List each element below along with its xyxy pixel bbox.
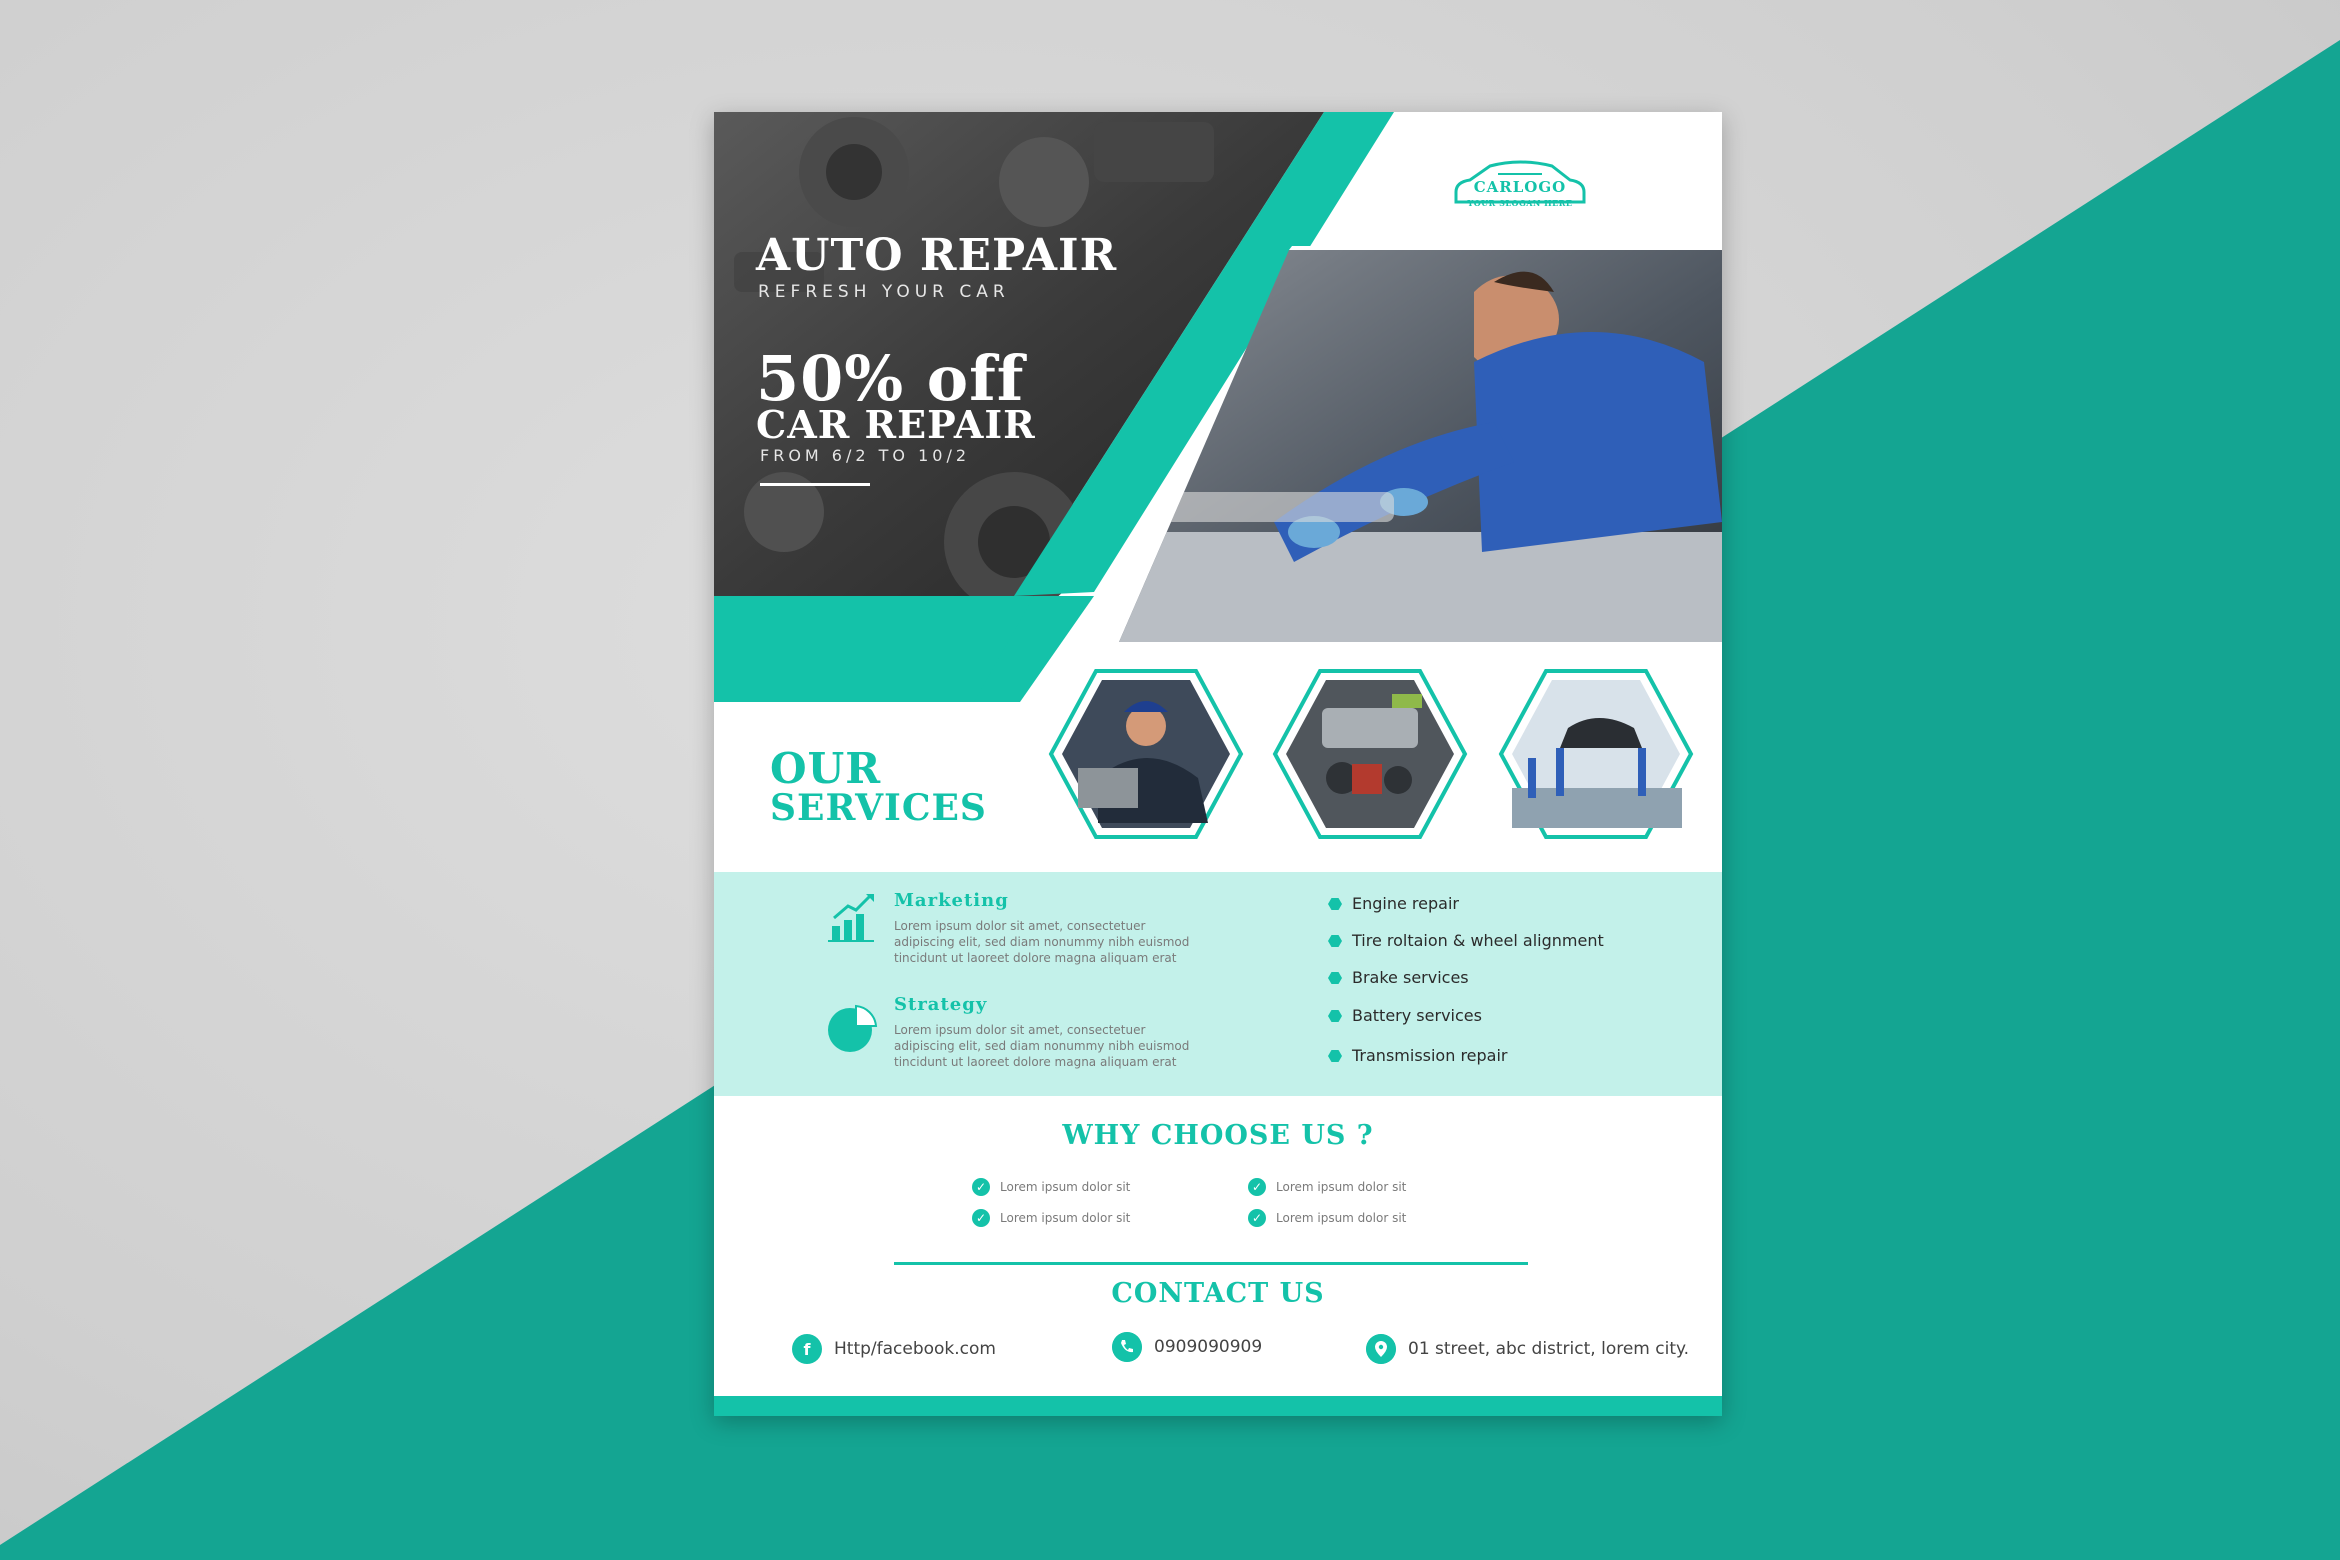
logo-name: CARLOGO — [1473, 178, 1567, 196]
why-item-label: Lorem ipsum dolor sit — [1276, 1180, 1407, 1194]
service-list-item: Tire roltaion & wheel alignment — [1328, 931, 1604, 950]
hex-bullet-icon — [1328, 934, 1342, 947]
phone-number[interactable]: 0909090909 — [1154, 1337, 1262, 1357]
feature-title-marketing: Marketing — [894, 890, 1009, 911]
location-pin-icon — [1366, 1334, 1396, 1364]
why-item-label: Lorem ipsum dolor sit — [1000, 1211, 1131, 1225]
hex-photo-engine — [1272, 669, 1468, 839]
logo-slogan: YOUR SLOGAN HERE — [1467, 198, 1573, 208]
why-item: ✓ Lorem ipsum dolor sit — [972, 1178, 1130, 1196]
why-choose-title: WHY CHOOSE US ? — [1062, 1120, 1374, 1151]
address-text: 01 street, abc district, lorem city. — [1408, 1339, 1690, 1359]
section-divider — [894, 1262, 1528, 1265]
hero-subtitle: REFRESH YOUR CAR — [758, 282, 1010, 302]
hex-bullet-icon — [1328, 1049, 1342, 1062]
service-list-label: Battery services — [1352, 1006, 1482, 1025]
service-list-item: Battery services — [1328, 1006, 1482, 1025]
service-list-item: Brake services — [1328, 968, 1469, 987]
hex-bullet-icon — [1328, 1009, 1342, 1022]
promo-dates: FROM 6/2 TO 10/2 — [760, 446, 971, 465]
contact-address: 01 street, abc district, lorem city. — [1366, 1334, 1689, 1364]
check-icon: ✓ — [972, 1178, 990, 1196]
service-list-item: Engine repair — [1328, 894, 1459, 913]
service-list-item: Transmission repair — [1328, 1046, 1508, 1065]
facebook-link[interactable]: Http/facebook.com — [834, 1339, 996, 1359]
flyer: AUTO REPAIR REFRESH YOUR CAR 50% off CAR… — [714, 112, 1722, 1416]
hero-title: AUTO REPAIR — [756, 230, 1118, 281]
check-icon: ✓ — [1248, 1178, 1266, 1196]
feature-title-strategy: Strategy — [894, 994, 988, 1015]
service-list-label: Brake services — [1352, 968, 1469, 987]
hex-photo-garage — [1498, 669, 1694, 839]
why-item: ✓ Lorem ipsum dolor sit — [1248, 1178, 1406, 1196]
bottom-teal-bar — [714, 1396, 1722, 1416]
contact-phone[interactable]: 0909090909 — [1112, 1332, 1262, 1362]
why-item: ✓ Lorem ipsum dolor sit — [972, 1209, 1130, 1227]
why-item: ✓ Lorem ipsum dolor sit — [1248, 1209, 1406, 1227]
pie-chart-icon — [828, 1004, 878, 1052]
check-icon: ✓ — [1248, 1209, 1266, 1227]
check-icon: ✓ — [972, 1209, 990, 1227]
hex-bullet-icon — [1328, 897, 1342, 910]
service-list-label: Tire roltaion & wheel alignment — [1352, 931, 1604, 950]
promo-service: CAR REPAIR — [756, 402, 1036, 447]
service-list-label: Engine repair — [1352, 894, 1459, 913]
hex-photo-mechanic — [1048, 669, 1244, 839]
why-item-label: Lorem ipsum dolor sit — [1000, 1180, 1131, 1194]
phone-icon — [1112, 1332, 1142, 1362]
service-list-label: Transmission repair — [1352, 1046, 1508, 1065]
feature-text-marketing: Lorem ipsum dolor sit amet, consectetuer… — [894, 919, 1190, 965]
growth-chart-icon — [828, 894, 874, 942]
facebook-icon: f — [792, 1334, 822, 1364]
hex-bullet-icon — [1328, 971, 1342, 984]
services-title-line2: SERVICES — [770, 787, 987, 829]
promo-underline — [760, 483, 870, 486]
why-item-label: Lorem ipsum dolor sit — [1276, 1211, 1407, 1225]
contact-title: CONTACT US — [1111, 1278, 1325, 1309]
contact-facebook[interactable]: f Http/facebook.com — [792, 1334, 996, 1364]
services-title-line1: OUR — [770, 744, 882, 793]
feature-text-strategy: Lorem ipsum dolor sit amet, consectetuer… — [894, 1023, 1190, 1069]
